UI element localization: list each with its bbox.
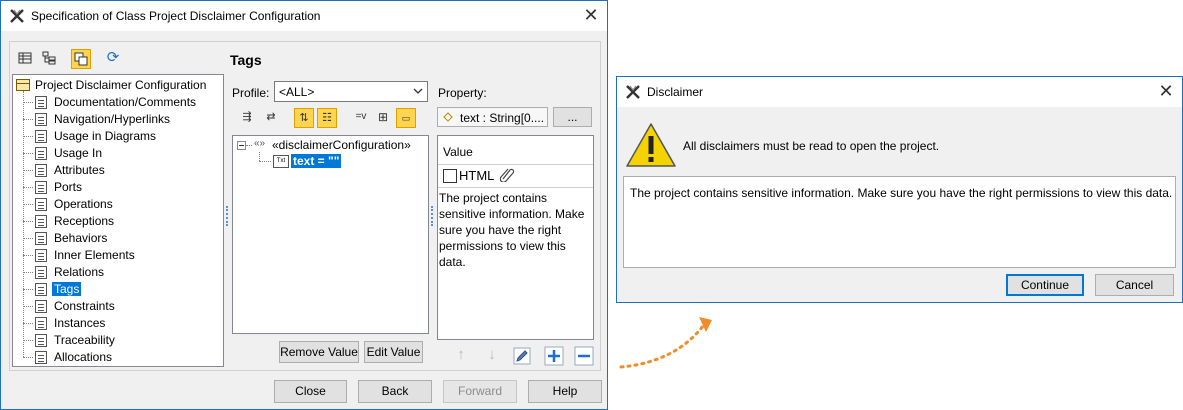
continue-button[interactable]: Continue (1006, 274, 1084, 296)
cancel-button[interactable]: Cancel (1095, 274, 1174, 296)
show-tags-icon[interactable]: ⇅ (294, 108, 314, 128)
page-icon (35, 317, 47, 330)
tree-item-label: Constraints (54, 299, 115, 313)
disclaimer-dialog: Disclaimer ✕ All disclaimers must be rea… (616, 76, 1183, 303)
refresh-icon[interactable]: ⟳ (103, 49, 123, 69)
navigation-tree: Project Disclaimer Configuration Document… (12, 74, 224, 367)
tree-item-label: Usage in Diagrams (54, 129, 157, 143)
tree-item-label: Instances (54, 316, 106, 330)
page-icon (35, 283, 47, 296)
plus-icon[interactable] (544, 346, 564, 366)
back-button[interactable]: Back (358, 380, 432, 403)
tree-item-label: Usage In (54, 146, 103, 160)
value-panel: Value HTML The project contains sensitiv… (437, 135, 594, 340)
tag-value-selected[interactable]: text = "" (291, 154, 342, 168)
profile-value: <ALL> (279, 85, 315, 99)
page-icon (35, 351, 47, 364)
disclaimer-message: All disclaimers must be read to open the… (683, 139, 940, 153)
close-icon[interactable]: ✕ (1157, 82, 1175, 100)
chevron-down-icon (413, 88, 423, 94)
property-browse-button[interactable]: ... (553, 107, 592, 127)
tree-item-label: Documentation/Comments (54, 95, 197, 109)
expand-all-icon[interactable]: ⇶ (237, 108, 257, 128)
profile-label: Profile: (232, 86, 270, 100)
filter-icon[interactable]: ▭ (396, 108, 416, 128)
app-logo-icon (10, 9, 24, 23)
remove-value-button[interactable]: Remove Value (279, 341, 359, 363)
property-value: text : String[0.... (460, 111, 545, 125)
forward-button[interactable]: Forward (443, 380, 517, 403)
disclaimer-content: The project contains sensitive informati… (630, 186, 1173, 200)
page-icon (35, 215, 47, 228)
warning-icon (626, 123, 676, 167)
tree-item-label: Behaviors (54, 231, 108, 245)
tree-item-label: Receptions (54, 214, 115, 228)
disclaimer-titlebar: Disclaimer ✕ (617, 77, 1182, 107)
page-icon (35, 300, 47, 313)
copy-view-icon[interactable] (71, 49, 91, 69)
show-tree-icon[interactable]: ☷ (317, 108, 337, 128)
tree-item-label: Attributes (54, 163, 105, 177)
transition-arrow (619, 317, 712, 369)
page-icon (35, 164, 47, 177)
collapse-all-icon[interactable]: ⇄ (261, 108, 281, 128)
page-icon (35, 96, 47, 109)
property-icon (443, 112, 453, 122)
arrow-down-icon[interactable]: ↓ (482, 346, 502, 366)
page-icon (35, 249, 47, 262)
page-icon (35, 266, 47, 279)
close-icon[interactable]: ✕ (582, 6, 600, 24)
html-label: HTML (459, 168, 495, 183)
spec-titlebar: Specification of Class Project Disclaime… (1, 1, 607, 31)
class-icon (16, 79, 30, 91)
spec-window-title: Specification of Class Project Disclaime… (31, 9, 321, 23)
disclaimer-title: Disclaimer (647, 85, 704, 99)
attachment-icon[interactable] (500, 167, 514, 182)
grid-view-icon[interactable]: ⊞ (373, 108, 393, 128)
pencil-icon[interactable] (513, 347, 531, 365)
tree-item-label: Allocations (54, 350, 113, 364)
property-label: Property: (438, 86, 487, 100)
tag-tree: «» «disclaimerConfiguration» Txt text = … (232, 135, 429, 334)
tree-item-label: Relations (54, 265, 105, 279)
panel-title: Tags (230, 52, 262, 68)
page-icon (35, 113, 47, 126)
tree-item-label: Traceability (54, 333, 115, 347)
minus-icon[interactable] (574, 346, 594, 366)
tree-item-label: Tags (52, 282, 82, 296)
page-icon (35, 181, 47, 194)
tree-root-label: Project Disclaimer Configuration (35, 78, 207, 92)
page-icon (35, 147, 47, 160)
app-logo-icon (626, 85, 640, 99)
page-icon (35, 130, 47, 143)
tree-item-label: Ports (54, 180, 83, 194)
html-checkbox[interactable] (443, 169, 457, 183)
tree-item-label: Inner Elements (54, 248, 135, 262)
stereotype-prefix: «» (254, 138, 266, 149)
property-field: text : String[0.... (437, 107, 548, 127)
value-header: Value (443, 145, 473, 159)
close-button[interactable]: Close (274, 380, 347, 403)
splitter-right[interactable] (431, 206, 435, 226)
profile-select[interactable]: <ALL> (274, 81, 428, 102)
disclaimer-content-box: The project contains sensitive informati… (623, 176, 1176, 268)
page-icon (35, 198, 47, 211)
text-type-icon: Txt (273, 155, 289, 168)
page-icon (35, 232, 47, 245)
show-values-icon[interactable]: =v (351, 108, 371, 128)
list-view-icon[interactable] (15, 49, 35, 69)
splitter-left[interactable] (226, 206, 230, 226)
stereotype-label[interactable]: «disclaimerConfiguration» (272, 138, 411, 152)
tree-item-label: Operations (54, 197, 113, 211)
arrow-up-icon[interactable]: ↑ (451, 346, 471, 366)
value-textarea[interactable]: The project contains sensitive informati… (439, 190, 589, 270)
page-icon (35, 334, 47, 347)
tree-collapse-icon[interactable] (237, 141, 246, 150)
help-button[interactable]: Help (528, 380, 602, 403)
specification-window: Specification of Class Project Disclaime… (0, 0, 608, 410)
edit-value-button[interactable]: Edit Value (364, 341, 423, 363)
tree-item-label: Navigation/Hyperlinks (54, 112, 171, 126)
tree-view-icon[interactable] (39, 49, 59, 69)
